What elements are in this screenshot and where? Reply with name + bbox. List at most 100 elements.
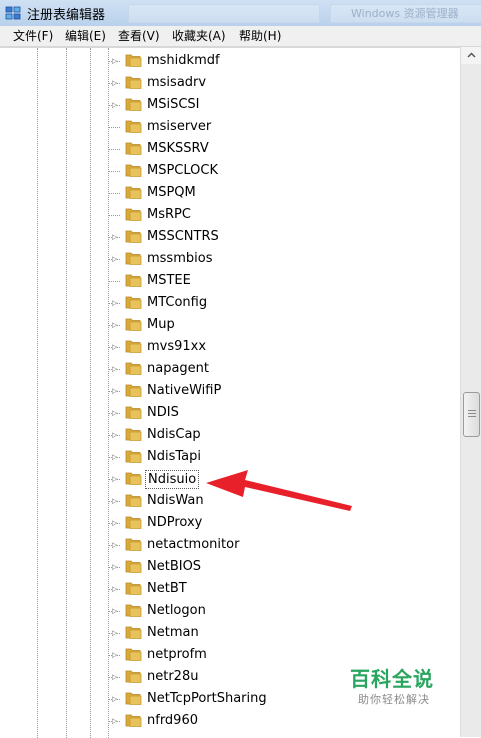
expand-arrow-icon[interactable]: ▷: [112, 694, 118, 704]
tree-item[interactable]: ▷ NativeWifiP: [0, 380, 460, 402]
tree-item[interactable]: ▷ Ndisuio: [0, 468, 460, 490]
title-bar: 注册表编辑器 Windows 资源管理器: [0, 0, 481, 27]
tree-connector: [108, 193, 120, 194]
scroll-up-button[interactable]: [461, 47, 481, 64]
folder-icon: [125, 714, 142, 727]
folder-icon: [125, 362, 142, 375]
folder-icon: [125, 472, 142, 485]
expand-arrow-icon[interactable]: ▷: [112, 628, 118, 638]
expand-arrow-icon[interactable]: ▷: [112, 320, 118, 330]
tree-connector: [108, 171, 120, 172]
tree-item-label: mvs91xx: [147, 339, 207, 354]
tree-item[interactable]: ▷ NdisTapi: [0, 446, 460, 468]
tree-item[interactable]: ▷ netactmonitor: [0, 534, 460, 556]
grip-line: [468, 410, 476, 411]
folder-icon: [125, 54, 142, 67]
tree-item[interactable]: ▷ NetBT: [0, 578, 460, 600]
expand-arrow-icon[interactable]: ▷: [112, 650, 118, 660]
tree-item-label: NetBT: [147, 581, 187, 596]
folder-icon: [125, 164, 142, 177]
folder-icon: [125, 494, 142, 507]
tree-item[interactable]: ▷ NetBIOS: [0, 556, 460, 578]
tree-item[interactable]: msiserver: [0, 116, 460, 138]
tree-item-label: Mup: [147, 317, 175, 332]
menu-file[interactable]: 文件(F): [10, 28, 56, 44]
tree-item[interactable]: ▷ Mup: [0, 314, 460, 336]
expand-arrow-icon[interactable]: ▷: [112, 386, 118, 396]
expand-arrow-icon[interactable]: ▷: [112, 606, 118, 616]
expand-arrow-icon[interactable]: ▷: [112, 254, 118, 264]
tree-item[interactable]: ▷ msisadrv: [0, 72, 460, 94]
tree-item-label: NDIS: [147, 405, 179, 420]
tree-connector: [108, 281, 120, 282]
tree-item[interactable]: ▷ MSiSCSI: [0, 94, 460, 116]
tree-item[interactable]: ▷ Netman: [0, 622, 460, 644]
tree-item[interactable]: ▷ mshidkmdf: [0, 50, 460, 72]
folder-icon: [125, 98, 142, 111]
folder-icon: [125, 626, 142, 639]
registry-tree[interactable]: ▷ mshidkmdf ▷ msisadrv ▷ MSiSCSI msiserver MSKS…: [0, 47, 460, 738]
background-tab-explorer[interactable]: Windows 资源管理器: [330, 4, 481, 23]
folder-icon: [125, 340, 142, 353]
expand-arrow-icon[interactable]: ▷: [112, 518, 118, 528]
background-tab[interactable]: [128, 4, 320, 23]
expand-arrow-icon[interactable]: ▷: [112, 496, 118, 506]
tree-item-label: NetTcpPortSharing: [147, 691, 267, 706]
registry-editor-icon: [5, 6, 21, 20]
tree-item-label: Netman: [147, 625, 199, 640]
tree-item[interactable]: ▷ NdisWan: [0, 490, 460, 512]
expand-arrow-icon[interactable]: ▷: [112, 232, 118, 242]
expand-arrow-icon[interactable]: ▷: [112, 672, 118, 682]
tree-item-label: netprofm: [147, 647, 207, 662]
folder-icon: [125, 230, 142, 243]
tree-item-label: NDProxy: [147, 515, 203, 530]
tree-item[interactable]: ▷ napagent: [0, 358, 460, 380]
expand-arrow-icon[interactable]: ▷: [112, 56, 118, 66]
tree-item-label: nfrd960: [147, 713, 198, 728]
folder-icon: [125, 428, 142, 441]
menu-help[interactable]: 帮助(H): [236, 28, 284, 44]
tree-item[interactable]: ▷ NDIS: [0, 402, 460, 424]
expand-arrow-icon[interactable]: ▷: [112, 430, 118, 440]
tree-item[interactable]: ▷ nfrd960: [0, 710, 460, 732]
folder-icon: [125, 318, 142, 331]
tree-item[interactable]: MSTEE: [0, 270, 460, 292]
grip-line: [468, 416, 476, 417]
tree-connector: [108, 127, 120, 128]
menu-favorites[interactable]: 收藏夹(A): [169, 28, 229, 44]
tree-item[interactable]: ▷ MSSCNTRS: [0, 226, 460, 248]
tree-item[interactable]: MsRPC: [0, 204, 460, 226]
expand-arrow-icon[interactable]: ▷: [112, 298, 118, 308]
tree-item[interactable]: MSKSSRV: [0, 138, 460, 160]
vertical-scrollbar[interactable]: [460, 47, 481, 737]
tree-item-label: Netlogon: [147, 603, 206, 618]
tree-item[interactable]: ▷ NDProxy: [0, 512, 460, 534]
expand-arrow-icon[interactable]: ▷: [112, 584, 118, 594]
tree-item[interactable]: MSPCLOCK: [0, 160, 460, 182]
tree-item-label: MTConfig: [147, 295, 208, 310]
tree-item[interactable]: ▷ mssmbios: [0, 248, 460, 270]
tree-item[interactable]: ▷ mvs91xx: [0, 336, 460, 358]
expand-arrow-icon[interactable]: ▷: [112, 562, 118, 572]
tree-item[interactable]: ▷ NdisCap: [0, 424, 460, 446]
expand-arrow-icon[interactable]: ▷: [112, 100, 118, 110]
tree-item[interactable]: ▷ Netlogon: [0, 600, 460, 622]
tree-item-label: NativeWifiP: [147, 383, 222, 398]
expand-arrow-icon[interactable]: ▷: [112, 408, 118, 418]
tree-item[interactable]: ▷ MTConfig: [0, 292, 460, 314]
expand-arrow-icon[interactable]: ▷: [112, 474, 118, 484]
expand-arrow-icon[interactable]: ▷: [112, 78, 118, 88]
menu-view[interactable]: 查看(V): [115, 28, 163, 44]
tree-item-label: Ndisuio: [145, 470, 200, 489]
expand-arrow-icon[interactable]: ▷: [112, 364, 118, 374]
expand-arrow-icon[interactable]: ▷: [112, 452, 118, 462]
expand-arrow-icon[interactable]: ▷: [112, 342, 118, 352]
expand-arrow-icon[interactable]: ▷: [112, 716, 118, 726]
expand-arrow-icon[interactable]: ▷: [112, 540, 118, 550]
menu-bar: 文件(F) 编辑(E) 查看(V) 收藏夹(A) 帮助(H): [0, 26, 481, 47]
menu-edit[interactable]: 编辑(E): [62, 28, 109, 44]
scroll-thumb[interactable]: [463, 392, 480, 437]
tree-item-label: mssmbios: [147, 251, 213, 266]
watermark-slogan: 助你轻松解决: [358, 693, 430, 706]
tree-item[interactable]: MSPQM: [0, 182, 460, 204]
